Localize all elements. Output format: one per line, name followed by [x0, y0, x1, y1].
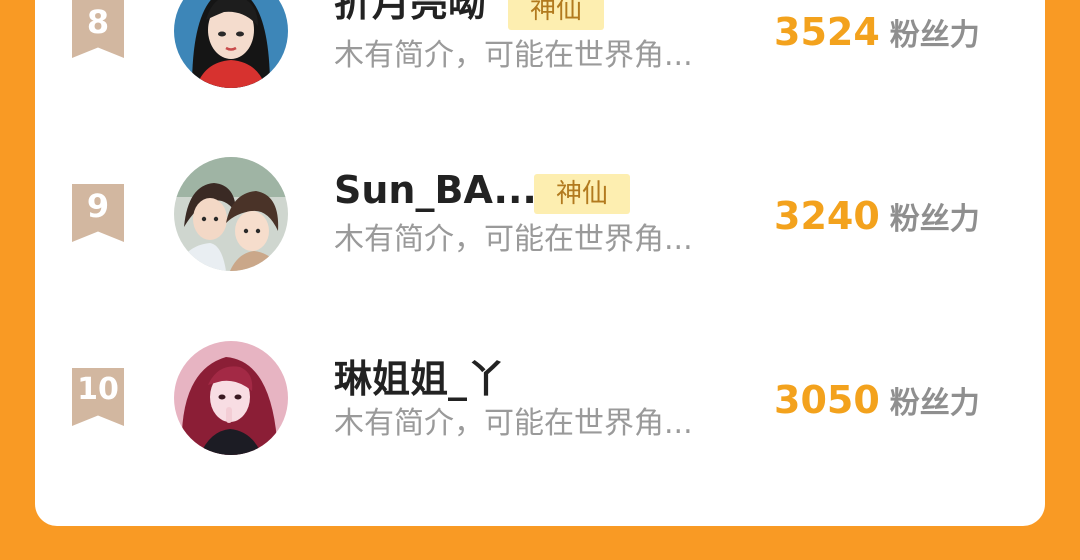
user-bio: 木有简介，可能在世界角... — [334, 222, 693, 257]
score-value: 3050 — [774, 378, 880, 422]
leaderboard-row-10[interactable]: 10 琳姐姐_丫 木有简介，可能在世界角... 3050 粉丝力 — [0, 341, 1080, 488]
rank-ribbon-icon: 9 — [72, 184, 124, 242]
rank-ribbon-icon: 8 — [72, 0, 124, 58]
fan-power-score: 3050 粉丝力 — [774, 378, 980, 430]
user-bio: 木有简介，可能在世界角... — [334, 38, 693, 73]
avatar[interactable] — [174, 157, 288, 271]
user-bio: 木有简介，可能在世界角... — [334, 406, 693, 441]
rank-title-badge: 神仙 — [508, 0, 605, 30]
avatar[interactable] — [174, 341, 288, 455]
username[interactable]: 琳姐姐_丫 — [334, 356, 505, 402]
fan-power-score: 3524 粉丝力 — [774, 10, 980, 62]
score-value: 3240 — [774, 194, 880, 238]
rank-ribbon-icon: 10 — [72, 368, 124, 426]
username[interactable]: 折月亮呦 — [334, 0, 486, 26]
avatar[interactable] — [174, 0, 288, 88]
score-unit: 粉丝力 — [889, 202, 980, 237]
fan-leaderboard-page: 8 折月亮呦 神仙 木有简介，可能在世界角... 3524 粉丝力 9 Sun_… — [0, 0, 1080, 560]
rank-title-badge: 神仙 — [534, 174, 631, 214]
leaderboard-row-9[interactable]: 9 Sun_BA... 神仙 木有简介，可能在世界角... 3240 粉丝力 — [0, 157, 1080, 304]
rank-number: 10 — [77, 372, 119, 407]
leaderboard-row-8[interactable]: 8 折月亮呦 神仙 木有简介，可能在世界角... 3524 粉丝力 — [0, 0, 1080, 120]
username[interactable]: Sun_BA... — [334, 167, 537, 213]
score-unit: 粉丝力 — [889, 18, 980, 53]
rank-number: 9 — [86, 187, 110, 225]
score-value: 3524 — [774, 10, 880, 54]
rank-number: 8 — [86, 3, 110, 41]
score-unit: 粉丝力 — [889, 386, 980, 421]
fan-power-score: 3240 粉丝力 — [774, 194, 980, 246]
